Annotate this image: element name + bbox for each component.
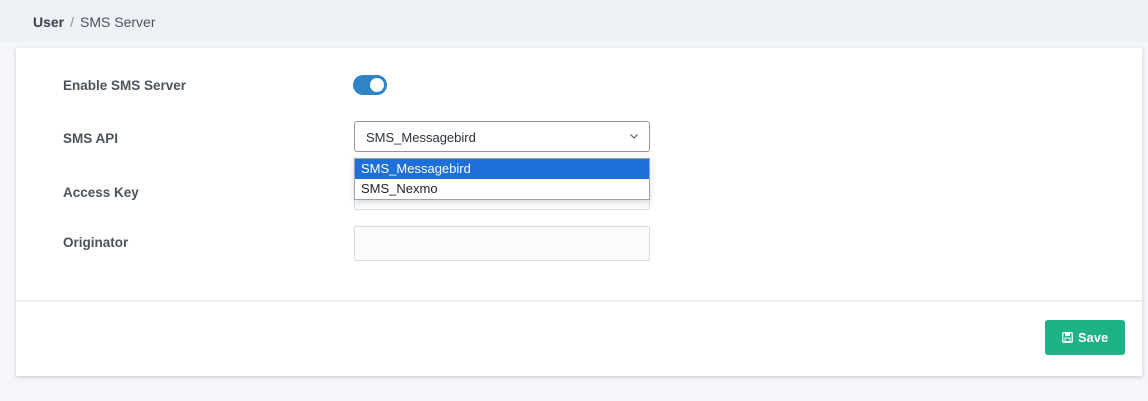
sms-api-dropdown-list: SMS_Messagebird SMS_Nexmo <box>354 158 650 200</box>
chevron-down-icon <box>630 134 638 139</box>
breadcrumb-parent[interactable]: User <box>33 14 64 30</box>
sms-api-option-messagebird[interactable]: SMS_Messagebird <box>355 159 649 179</box>
breadcrumb-current: SMS Server <box>80 14 156 30</box>
sms-server-card: Enable SMS Server SMS API SMS_Messagebir… <box>16 48 1142 376</box>
access-key-label: Access Key <box>63 185 139 200</box>
originator-label: Originator <box>63 235 129 250</box>
enable-sms-server-toggle[interactable] <box>353 75 387 95</box>
breadcrumb-separator: / <box>70 14 75 30</box>
originator-input[interactable] <box>354 226 650 261</box>
save-button[interactable]: Save <box>1045 320 1125 355</box>
enable-sms-server-label: Enable SMS Server <box>63 78 187 93</box>
header-bar: User / SMS Server <box>0 0 1148 42</box>
toggle-knob <box>370 78 384 92</box>
sms-api-label: SMS API <box>63 131 119 146</box>
sms-api-selected-value: SMS_Messagebird <box>366 130 476 145</box>
sms-api-select[interactable]: SMS_Messagebird <box>354 121 650 152</box>
footer-divider <box>16 300 1142 302</box>
save-button-label: Save <box>1077 330 1109 345</box>
floppy-disk-icon <box>1061 332 1073 343</box>
breadcrumb: User / SMS Server <box>33 14 156 30</box>
sms-api-option-nexmo[interactable]: SMS_Nexmo <box>355 179 649 199</box>
